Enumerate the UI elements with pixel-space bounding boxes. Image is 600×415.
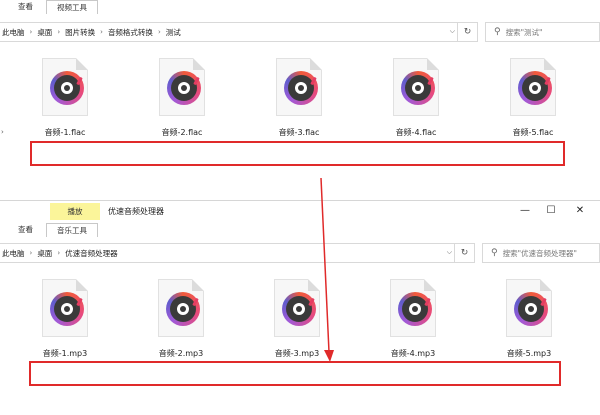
arrow-head bbox=[324, 350, 334, 362]
arrow-shaft bbox=[320, 177, 330, 353]
conversion-arrow bbox=[320, 177, 334, 362]
